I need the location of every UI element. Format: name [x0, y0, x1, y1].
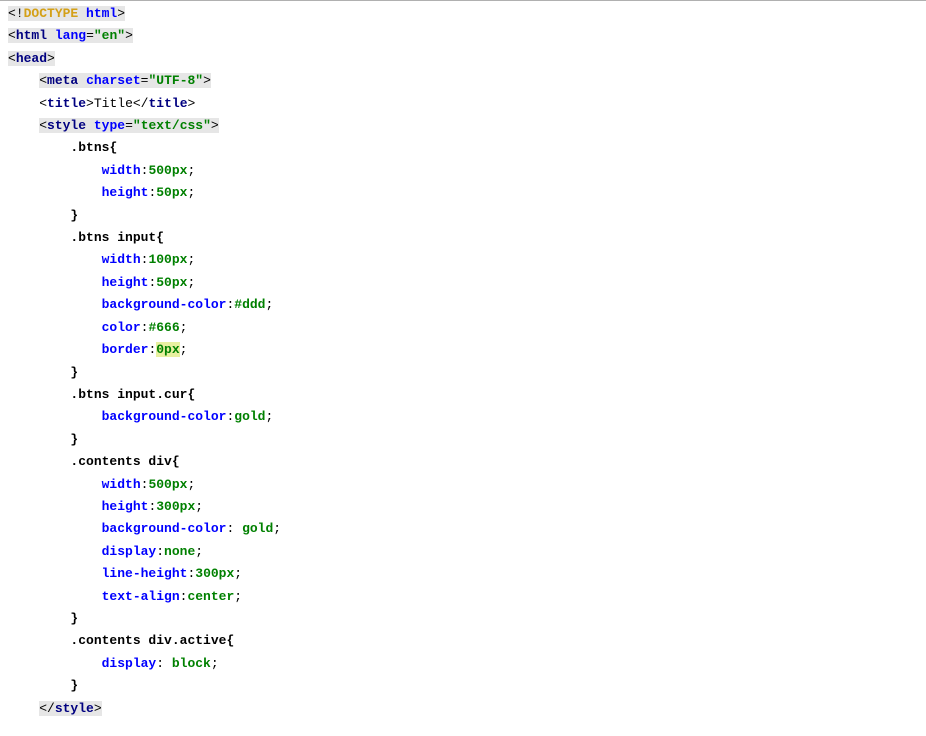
code-line[interactable]: <!DOCTYPE html>	[0, 3, 926, 25]
code-line[interactable]: .contents div{	[0, 451, 926, 473]
code-line[interactable]: background-color:#ddd;	[0, 294, 926, 316]
code-line[interactable]: }	[0, 675, 926, 697]
code-line[interactable]: display: block;	[0, 653, 926, 675]
code-line[interactable]: }	[0, 429, 926, 451]
code-line[interactable]: .btns input{	[0, 227, 926, 249]
code-line[interactable]: background-color:gold;	[0, 406, 926, 428]
code-line[interactable]: display:none;	[0, 541, 926, 563]
code-line[interactable]: <style type="text/css">	[0, 115, 926, 137]
code-line[interactable]: }	[0, 362, 926, 384]
code-line[interactable]: width:500px;	[0, 474, 926, 496]
code-line[interactable]: height:50px;	[0, 182, 926, 204]
code-line[interactable]: height:300px;	[0, 496, 926, 518]
code-line[interactable]: background-color: gold;	[0, 518, 926, 540]
code-line[interactable]: color:#666;	[0, 317, 926, 339]
code-line[interactable]: <meta charset="UTF-8">	[0, 70, 926, 92]
code-line[interactable]: <head>	[0, 48, 926, 70]
code-line[interactable]: <title>Title</title>	[0, 93, 926, 115]
code-line[interactable]: .btns{	[0, 137, 926, 159]
code-line[interactable]: }	[0, 608, 926, 630]
code-line[interactable]: height:50px;	[0, 272, 926, 294]
code-line[interactable]: }	[0, 205, 926, 227]
code-line[interactable]: width:100px;	[0, 249, 926, 271]
code-line[interactable]: </style>	[0, 698, 926, 720]
code-line[interactable]: .btns input.cur{	[0, 384, 926, 406]
code-editor[interactable]: <!DOCTYPE html><html lang="en"><head> <m…	[0, 0, 926, 720]
code-line[interactable]: line-height:300px;	[0, 563, 926, 585]
code-line[interactable]: .contents div.active{	[0, 630, 926, 652]
code-line[interactable]: <html lang="en">	[0, 25, 926, 47]
code-line[interactable]: border:0px;	[0, 339, 926, 361]
code-line[interactable]: text-align:center;	[0, 586, 926, 608]
code-line[interactable]: width:500px;	[0, 160, 926, 182]
